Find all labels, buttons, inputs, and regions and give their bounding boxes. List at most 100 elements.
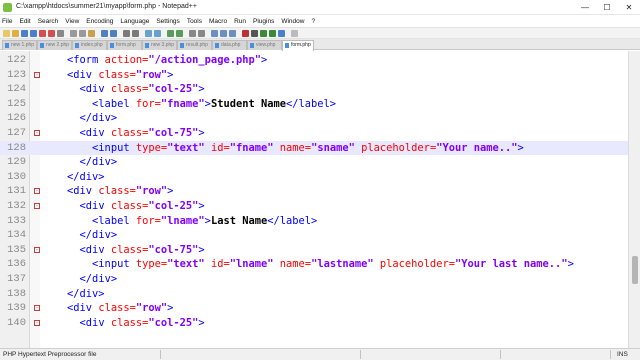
code-line[interactable]: 136 <input type="text" id="lname" name="… [0, 257, 628, 272]
fold-toggle-icon[interactable]: - [34, 188, 40, 195]
file-icon [250, 43, 254, 48]
find-icon[interactable] [123, 30, 130, 37]
tab-new-1[interactable]: new 1.php [2, 40, 37, 50]
show-all-chars-icon[interactable] [198, 30, 205, 37]
tab-form-active[interactable]: form.php [282, 40, 314, 51]
menu-search[interactable]: Search [38, 18, 59, 25]
code-line[interactable]: 139 - <div class="row"> [0, 301, 628, 316]
syntax-token-plain [42, 273, 80, 285]
zoom-out-icon[interactable] [154, 30, 161, 37]
code-line[interactable]: 122 <form action="/action_page.php"> [0, 53, 628, 68]
sync-scroll-icon[interactable] [167, 30, 174, 37]
code-line[interactable]: 132 - <div class="col-25"> [0, 199, 628, 214]
menu-file[interactable]: File [2, 18, 12, 25]
menu-macro[interactable]: Macro [209, 18, 227, 25]
doc-map-icon[interactable] [211, 30, 218, 37]
code-line[interactable]: 126 </div> [0, 111, 628, 126]
syntax-token-tag: <form [67, 54, 105, 66]
open-file-icon[interactable] [12, 30, 19, 37]
play-macro-icon[interactable] [260, 30, 267, 37]
syntax-token-plain [42, 171, 67, 183]
menu-language[interactable]: Language [120, 18, 149, 25]
fold-toggle-icon[interactable]: - [34, 203, 40, 209]
tab-new-2[interactable]: new 2.php [37, 40, 72, 50]
close-all-icon[interactable] [48, 30, 55, 37]
wrap-icon[interactable] [176, 30, 183, 37]
syntax-token-attr: id= [210, 141, 230, 154]
syntax-token-val: "Your name.." [436, 141, 518, 154]
syntax-token-tag: > [260, 54, 268, 66]
menu-settings[interactable]: Settings [156, 18, 180, 25]
code-line[interactable]: 138 </div> [0, 287, 628, 302]
code-line[interactable]: 127 - <div class="col-75"> [0, 126, 628, 141]
code-text: <div class="col-25"> [42, 82, 205, 97]
save-all-icon[interactable] [30, 30, 37, 37]
save-macro-icon[interactable] [278, 30, 285, 37]
tab-result[interactable]: result.php [177, 40, 212, 50]
code-line[interactable]: 134 </div> [0, 228, 628, 243]
code-line[interactable]: 129 </div> [0, 155, 628, 170]
code-line[interactable]: 123 - <div class="row"> [0, 68, 628, 83]
fold-toggle-icon[interactable]: - [34, 246, 40, 253]
tab-view[interactable]: view.php [247, 40, 282, 50]
replace-icon[interactable] [132, 30, 139, 37]
tab-index[interactable]: index.php [72, 40, 107, 50]
code-line[interactable]: 133 <label for="lname">Last Name</label> [0, 214, 628, 229]
vertical-scrollbar[interactable] [628, 51, 640, 348]
new-file-icon[interactable] [3, 30, 10, 37]
status-divider [160, 350, 161, 359]
run-macro-multiple-icon[interactable] [269, 30, 276, 37]
menu-plugins[interactable]: Plugins [253, 18, 274, 25]
code-line[interactable]: 135 - <div class="col-75"> [0, 243, 628, 258]
line-number: 133 [7, 214, 26, 227]
paste-icon[interactable] [88, 30, 95, 37]
syntax-token-attr: name= [279, 141, 312, 154]
tab-form-old[interactable]: form.php [107, 40, 142, 50]
code-line[interactable]: 130 </div> [0, 170, 628, 185]
stop-macro-icon[interactable] [251, 30, 258, 37]
fold-toggle-icon[interactable]: - [34, 319, 40, 326]
function-list-icon[interactable] [220, 30, 227, 37]
menu-run[interactable]: Run [234, 18, 246, 25]
fold-toggle-icon[interactable]: - [34, 130, 40, 136]
indent-guide-icon[interactable] [189, 30, 196, 37]
cut-icon[interactable] [70, 30, 77, 37]
syntax-token-val: "lname" [229, 258, 274, 271]
menu-window[interactable]: Window [281, 18, 304, 25]
current-code-line[interactable]: 128 <input type="text" id="fname" name="… [0, 140, 628, 156]
folder-workspace-icon[interactable] [229, 30, 236, 37]
tab-label: new 1.php [11, 42, 35, 48]
menu-edit[interactable]: Edit [19, 18, 30, 25]
close-button[interactable]: ✕ [618, 0, 640, 15]
fold-toggle-icon[interactable]: - [34, 71, 40, 78]
code-line[interactable]: 124 <div class="col-25"> [0, 82, 628, 97]
menu-view[interactable]: View [65, 18, 79, 25]
zoom-in-icon[interactable] [145, 30, 152, 37]
minimize-button[interactable]: — [574, 0, 596, 15]
syntax-token-tag: <input [92, 258, 136, 271]
fold-toggle-icon[interactable]: - [34, 305, 40, 312]
syntax-token-plain [42, 317, 80, 329]
code-line[interactable]: 131 - <div class="row"> [0, 184, 628, 199]
close-file-icon[interactable] [39, 30, 46, 37]
code-editor[interactable]: 122 <form action="/action_page.php"> 123-… [0, 51, 640, 348]
code-line[interactable]: 125 <label for="fname">Student Name</lab… [0, 97, 628, 112]
code-line[interactable]: 137 </div> [0, 272, 628, 287]
code-text: <div class="row"> [42, 68, 173, 83]
tab-new-3[interactable]: new 3.php [142, 40, 177, 50]
tab-data[interactable]: data.php [212, 40, 247, 50]
syntax-token-attr: id= [210, 258, 230, 271]
scrollbar-thumb[interactable] [632, 256, 638, 284]
copy-icon[interactable] [79, 30, 86, 37]
redo-icon[interactable] [110, 30, 117, 37]
code-line[interactable]: 140 - <div class="col-25"> [0, 316, 628, 331]
menu-help[interactable]: ? [311, 18, 315, 25]
undo-icon[interactable] [101, 30, 108, 37]
menu-encoding[interactable]: Encoding [86, 18, 113, 25]
print-icon[interactable] [57, 30, 64, 37]
spellcheck-icon[interactable] [291, 30, 298, 37]
save-icon[interactable] [21, 30, 28, 37]
maximize-button[interactable]: ☐ [596, 0, 618, 15]
menu-tools[interactable]: Tools [187, 18, 202, 25]
record-macro-icon[interactable] [242, 30, 249, 37]
